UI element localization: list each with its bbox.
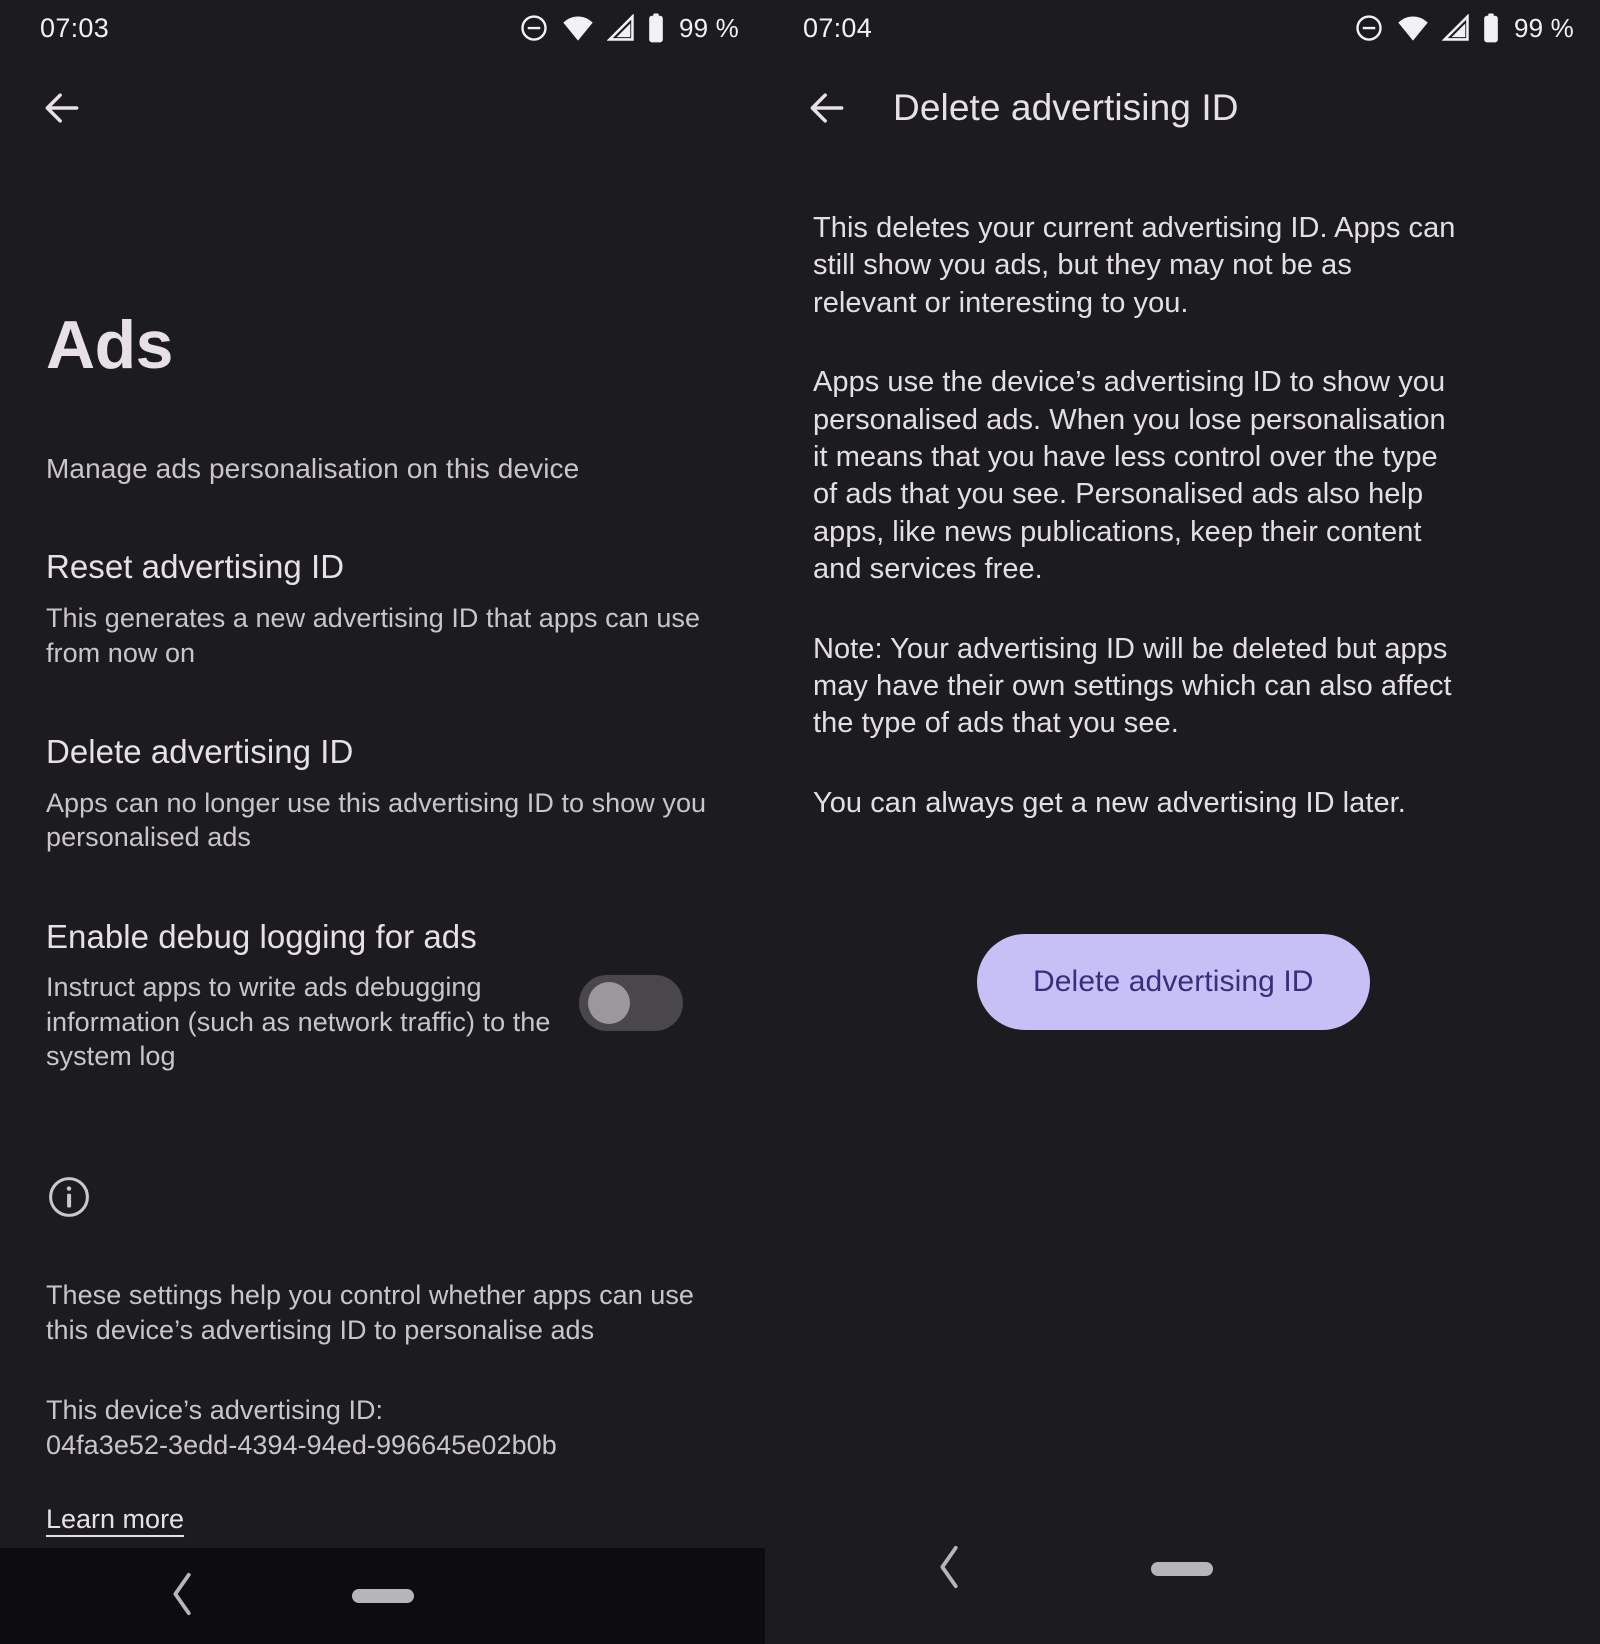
status-icon-group: 99 % — [519, 13, 739, 44]
dual-screenshot-container: 07:03 99 % Ads Manage ads personalisatio… — [0, 0, 1600, 1644]
right-app-bar: Delete advertising ID — [765, 56, 1600, 160]
page-title: Ads — [46, 307, 173, 383]
nav-back-icon[interactable] — [168, 1571, 198, 1622]
setting-description: Instruct apps to write ads debugging inf… — [46, 972, 551, 1072]
setting-title: Reset advertising ID — [46, 548, 345, 586]
signal-icon — [1441, 14, 1470, 42]
battery-percent-label: 99 % — [1513, 12, 1574, 43]
left-app-bar — [0, 56, 765, 160]
advertising-id-label: This device’s advertising ID: — [46, 1395, 384, 1426]
setting-reset-advertising-id[interactable]: Reset advertising ID This generates a ne… — [46, 547, 719, 670]
app-bar-title: Delete advertising ID — [893, 87, 1239, 128]
left-navigation-bar — [0, 1548, 765, 1644]
body-paragraph: Note: Your advertising ID will be delete… — [813, 632, 1452, 740]
signal-icon — [606, 14, 635, 42]
setting-description: This generates a new advertising ID that… — [46, 602, 701, 668]
info-icon — [46, 1174, 92, 1220]
wifi-icon — [561, 14, 595, 42]
debug-logging-toggle[interactable] — [579, 974, 683, 1031]
info-description: These settings help you control whether … — [46, 1280, 694, 1345]
dnd-icon — [519, 13, 549, 43]
ads-settings-content: Ads Manage ads personalisation on this d… — [0, 307, 765, 1535]
advertising-id-block: This device’s advertising ID: 04fa3e52-3… — [46, 1393, 719, 1462]
delete-advertising-id-button[interactable]: Delete advertising ID — [977, 934, 1370, 1031]
battery-icon — [1482, 13, 1500, 43]
nav-home-handle[interactable] — [352, 1589, 414, 1603]
toggle-knob — [588, 981, 630, 1024]
back-arrow-icon[interactable] — [34, 80, 90, 136]
body-paragraph: You can always get a new advertising ID … — [813, 786, 1406, 819]
status-clock: 07:04 — [803, 12, 873, 43]
setting-description: Apps can no longer use this advertising … — [46, 787, 707, 853]
setting-title: Enable debug logging for ads — [46, 917, 477, 955]
right-phone-panel: 07:04 99 % Delete advertising ID This de… — [765, 0, 1600, 1644]
left-status-bar: 07:03 99 % — [0, 0, 765, 56]
nav-home-handle[interactable] — [1151, 1562, 1213, 1576]
nav-back-icon[interactable] — [935, 1544, 965, 1595]
learn-more-link[interactable]: Learn more — [46, 1504, 184, 1535]
right-navigation-bar — [765, 1494, 1600, 1644]
battery-icon — [647, 13, 665, 43]
status-clock: 07:03 — [40, 12, 110, 43]
body-paragraph: Apps use the device’s advertising ID to … — [813, 366, 1446, 586]
right-status-bar: 07:04 99 % — [765, 0, 1600, 56]
back-arrow-icon[interactable] — [799, 80, 855, 136]
setting-enable-debug-logging[interactable]: Enable debug logging for ads Instruct ap… — [46, 917, 719, 1074]
left-phone-panel: 07:03 99 % Ads Manage ads personalisatio… — [0, 0, 765, 1644]
dnd-icon — [1354, 13, 1384, 43]
status-icon-group: 99 % — [1354, 13, 1574, 44]
body-paragraph: This deletes your current advertising ID… — [813, 212, 1456, 319]
advertising-id-value: 04fa3e52-3edd-4394-94ed-996645e02b0b — [46, 1429, 557, 1460]
delete-advertising-id-content: This deletes your current advertising ID… — [765, 210, 1600, 1031]
setting-delete-advertising-id[interactable]: Delete advertising ID Apps can no longer… — [46, 732, 719, 855]
wifi-icon — [1396, 14, 1430, 42]
battery-percent-label: 99 % — [678, 12, 739, 43]
page-subtitle: Manage ads personalisation on this devic… — [46, 453, 580, 485]
setting-title: Delete advertising ID — [46, 733, 354, 771]
